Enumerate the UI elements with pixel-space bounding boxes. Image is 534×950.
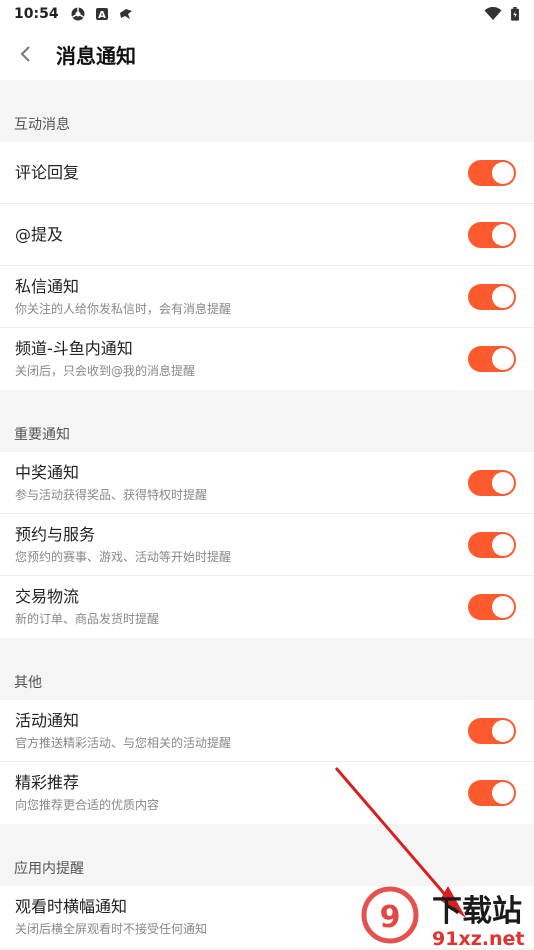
back-button[interactable]	[14, 42, 38, 66]
setting-row: 精彩推荐向您推荐更合适的优质内容	[0, 762, 534, 824]
setting-title: 中奖通知	[15, 462, 80, 482]
setting-title: 精彩推荐	[15, 773, 80, 792]
setting-title: 频道-斗鱼内通知	[15, 339, 133, 358]
setting-description: 参与活动获得奖品、获得特权时提醒	[15, 487, 208, 502]
setting-title: 私信通知	[15, 276, 80, 296]
toggle-knob	[492, 719, 514, 742]
battery-icon	[511, 7, 519, 21]
setting-toggle[interactable]	[468, 159, 516, 186]
toggle-knob	[492, 596, 514, 618]
wifi-icon	[484, 7, 502, 20]
setting-toggle[interactable]	[468, 780, 516, 806]
status-bar: 10:54 A	[0, 0, 534, 28]
setting-row: 评论回复	[0, 142, 534, 204]
setting-title: @提及	[15, 224, 64, 244]
setting-row: 预约与服务您预约的赛事、游戏、活动等开始时提醒	[0, 514, 534, 576]
setting-toggle[interactable]	[468, 346, 516, 372]
svg-text:9: 9	[380, 900, 401, 935]
setting-title: 交易物流	[15, 587, 80, 606]
setting-text: 交易物流新的订单、商品发货时提醒	[15, 586, 468, 628]
section-header: 其他	[14, 675, 42, 691]
setting-text: 频道-斗鱼内通知关闭后，只会收到@我的消息提醒	[15, 338, 468, 380]
toggle-knob	[492, 285, 514, 308]
setting-text: 预约与服务您预约的赛事、游戏、活动等开始时提醒	[15, 524, 468, 566]
setting-description: 向您推荐更合适的优质内容	[15, 798, 160, 812]
status-time: 10:54	[14, 6, 59, 22]
svg-text:91xz.net: 91xz.net	[432, 928, 524, 950]
setting-row: @提及	[0, 204, 534, 266]
watermark-logo: 9 下载站 91xz.net	[360, 885, 534, 950]
section-header: 重要通知	[14, 427, 70, 443]
svg-text:A: A	[98, 10, 106, 21]
toggle-knob	[492, 782, 514, 804]
toggle-knob	[492, 471, 514, 494]
page-title: 消息通知	[56, 43, 136, 68]
setting-text: @提及	[15, 224, 468, 246]
setting-description: 新的订单、商品发货时提醒	[15, 612, 160, 626]
toggle-knob	[492, 161, 514, 184]
setting-text: 精彩推荐向您推荐更合适的优质内容	[15, 772, 468, 814]
setting-text: 私信通知你关注的人给你发私信时，会有消息提醒	[15, 276, 468, 318]
toggle-knob	[492, 533, 514, 556]
chrome-like-icon	[71, 7, 85, 21]
setting-toggle[interactable]	[468, 717, 516, 744]
setting-text: 活动通知官方推送精彩活动、与您相关的活动提醒	[15, 710, 468, 752]
setting-toggle[interactable]	[468, 594, 516, 620]
setting-toggle[interactable]	[468, 221, 516, 248]
settings-list: 互动消息评论回复 @提及私信通知你关注的人给你发私信时，会有消息提醒频道-斗鱼内通…	[0, 80, 534, 948]
settings-group: 活动通知官方推送精彩活动、与您相关的活动提醒精彩推荐向您推荐更合适的优质内容	[0, 700, 534, 824]
chevron-left-icon	[20, 46, 30, 62]
setting-text: 评论回复	[15, 162, 468, 184]
setting-row: 活动通知官方推送精彩活动、与您相关的活动提醒	[0, 700, 534, 762]
status-left-icons: A	[71, 7, 133, 21]
bird-icon	[119, 9, 132, 19]
setting-row: 私信通知你关注的人给你发私信时，会有消息提醒	[0, 266, 534, 328]
setting-title: 活动通知	[15, 710, 80, 730]
setting-description: 关闭后，只会收到@我的消息提醒	[15, 364, 196, 378]
header: 消息通知	[0, 28, 534, 80]
setting-title: 预约与服务	[15, 524, 96, 544]
section-header: 应用内提醒	[14, 861, 84, 877]
setting-title: 评论回复	[15, 162, 80, 182]
toggle-knob	[492, 223, 514, 246]
setting-row: 中奖通知参与活动获得奖品、获得特权时提醒	[0, 452, 534, 514]
toggle-knob	[492, 348, 514, 370]
setting-row: 交易物流新的订单、商品发货时提醒	[0, 576, 534, 638]
setting-description: 官方推送精彩活动、与您相关的活动提醒	[15, 735, 232, 750]
setting-description: 你关注的人给你发私信时，会有消息提醒	[15, 301, 232, 316]
status-right-icons	[484, 7, 520, 21]
setting-text: 中奖通知参与活动获得奖品、获得特权时提醒	[15, 462, 468, 504]
setting-toggle[interactable]	[468, 469, 516, 496]
setting-toggle[interactable]	[468, 531, 516, 558]
setting-toggle[interactable]	[468, 283, 516, 310]
setting-row: 频道-斗鱼内通知关闭后，只会收到@我的消息提醒	[0, 328, 534, 390]
a-letter-icon: A	[95, 8, 108, 21]
settings-group: 中奖通知参与活动获得奖品、获得特权时提醒预约与服务您预约的赛事、游戏、活动等开始…	[0, 452, 534, 638]
section-header: 互动消息	[14, 117, 70, 133]
setting-description: 您预约的赛事、游戏、活动等开始时提醒	[15, 549, 232, 564]
settings-group: 评论回复 @提及私信通知你关注的人给你发私信时，会有消息提醒频道-斗鱼内通知关闭后…	[0, 142, 534, 390]
watermark-graphic: 9 下载站 91xz.net	[361, 886, 524, 950]
svg-text:下载站: 下载站	[432, 894, 522, 929]
